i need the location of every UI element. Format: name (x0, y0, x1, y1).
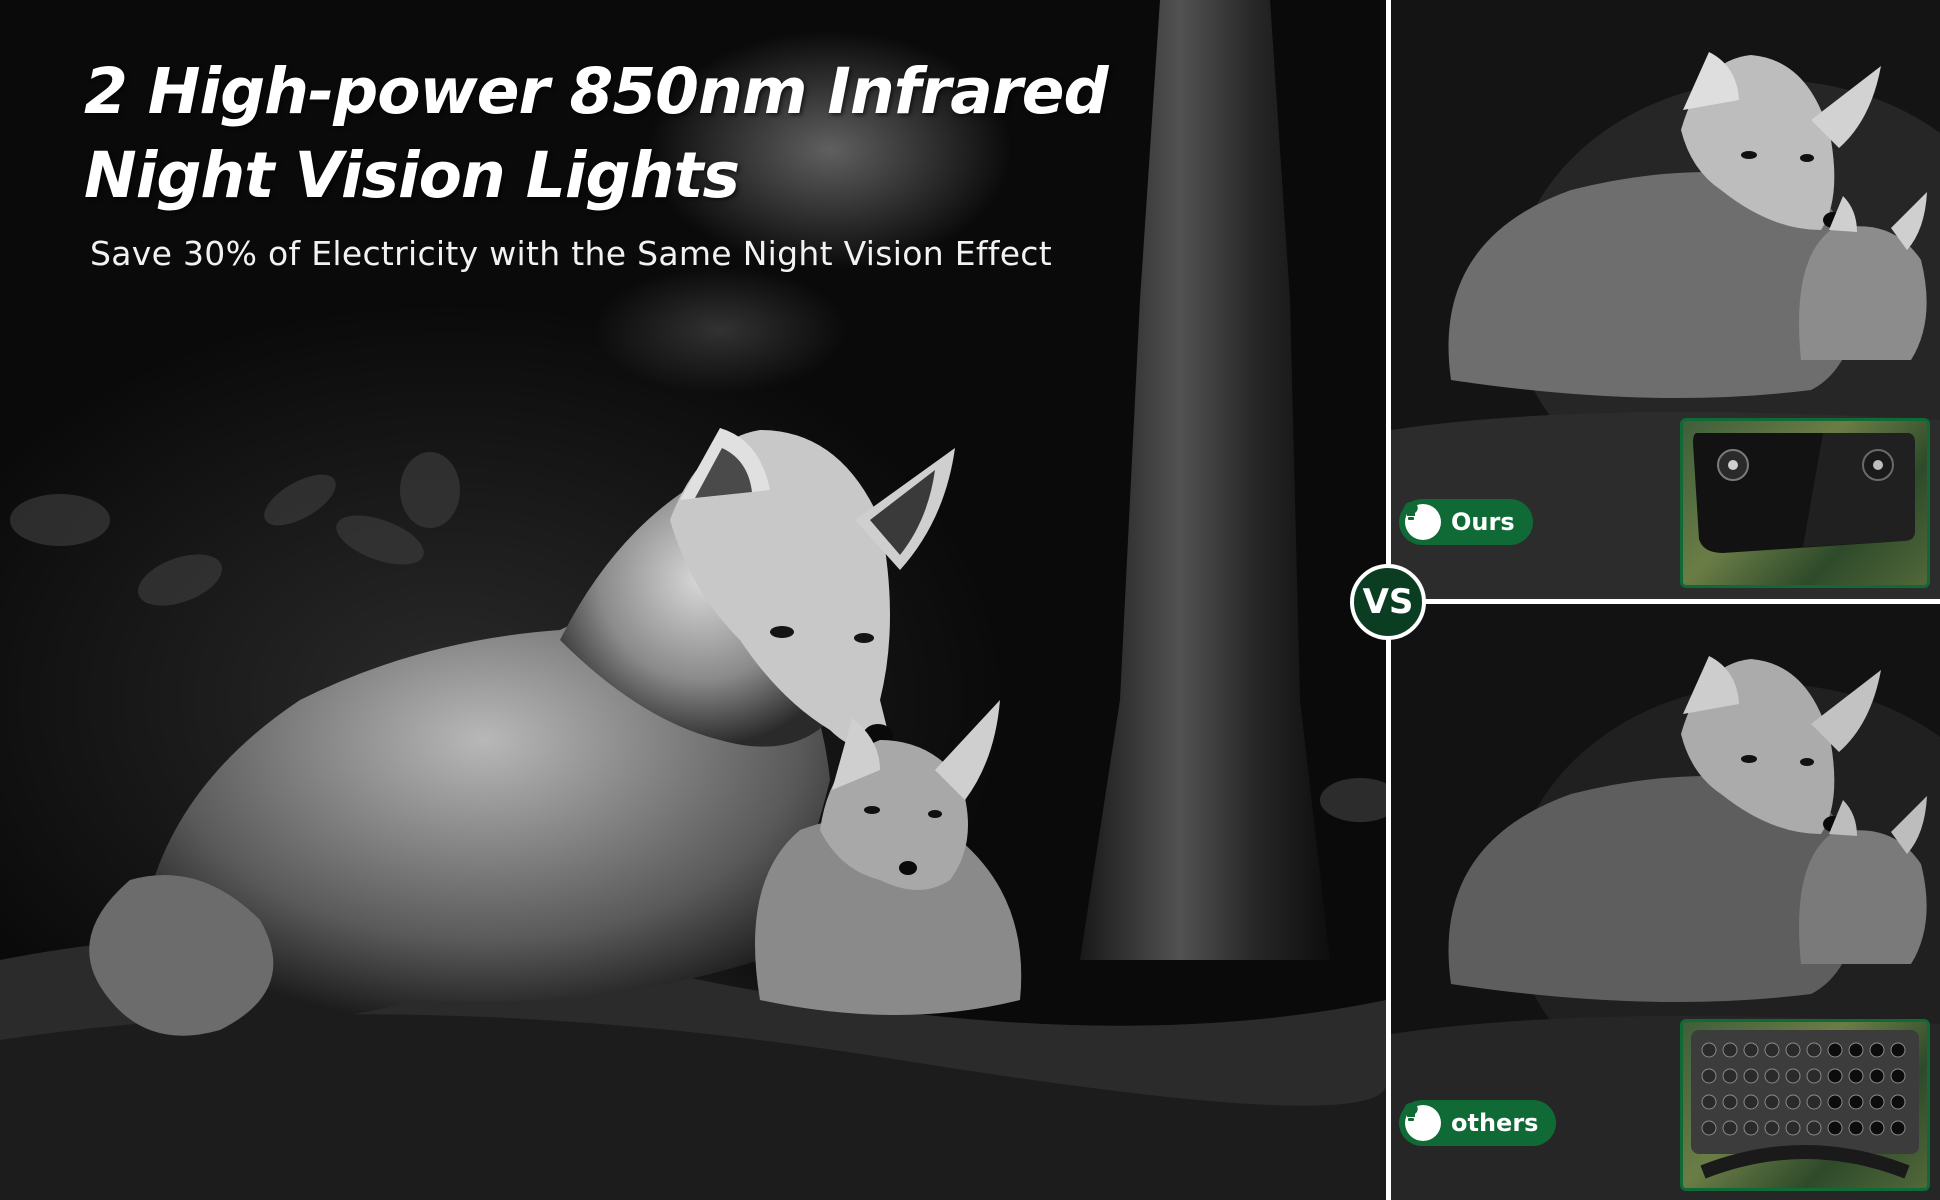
subheadline: Save 30% of Electricity with the Same Ni… (90, 234, 1052, 273)
tag-label-ours: Ours (1451, 508, 1515, 536)
hero-photo-foxes: 2 High-power 850nm Infrared Night Vision… (0, 0, 1386, 1200)
ir-led (1890, 1042, 1906, 1058)
ir-led (1743, 1068, 1759, 1084)
ir-led (1890, 1120, 1906, 1136)
ir-led (1848, 1042, 1864, 1058)
ir-led (1785, 1042, 1801, 1058)
vs-label: VS (1362, 582, 1414, 622)
camera-front-ours (1680, 418, 1930, 588)
ir-led (1722, 1068, 1738, 1084)
ir-led (1827, 1094, 1843, 1110)
ir-led (1869, 1042, 1885, 1058)
ir-led (1785, 1068, 1801, 1084)
ir-led (1827, 1042, 1843, 1058)
ir-led (1806, 1068, 1822, 1084)
led-array-camera-panel (1691, 1030, 1919, 1179)
ir-led (1722, 1042, 1738, 1058)
comparison-panel-others: others (1391, 604, 1940, 1200)
ir-led (1806, 1042, 1822, 1058)
camera-front-others (1680, 1019, 1930, 1191)
headline-line-1: 2 High-power 850nm Infrared (70, 50, 1114, 134)
ir-led (1848, 1068, 1864, 1084)
vs-badge: VS (1350, 564, 1426, 640)
ir-led (1890, 1068, 1906, 1084)
ir-led (1722, 1120, 1738, 1136)
ir-led (1890, 1094, 1906, 1110)
ir-led (1806, 1120, 1822, 1136)
ir-led (1701, 1120, 1717, 1136)
ir-led (1764, 1120, 1780, 1136)
ir-led (1869, 1120, 1885, 1136)
lightbulb-icon (1404, 1102, 1441, 1141)
ir-led (1764, 1042, 1780, 1058)
ir-led (1701, 1042, 1717, 1058)
ir-led (1869, 1094, 1885, 1110)
ir-led (1848, 1094, 1864, 1110)
tag-label-others: others (1451, 1109, 1539, 1137)
ir-led (1806, 1094, 1822, 1110)
ir-led (1701, 1094, 1717, 1110)
ir-led (1827, 1068, 1843, 1084)
ir-led (1764, 1068, 1780, 1084)
headline-line-2: Night Vision Lights (70, 134, 1108, 218)
ir-led (1827, 1120, 1843, 1136)
ir-led (1701, 1068, 1717, 1084)
tag-ours: Ours (1399, 499, 1533, 545)
tag-others: others (1399, 1100, 1557, 1146)
ir-led (1848, 1120, 1864, 1136)
ir-led (1869, 1068, 1885, 1084)
two-led-camera-panel (1693, 433, 1915, 553)
headline: 2 High-power 850nm Infrared Night Vision… (70, 50, 1114, 218)
ir-led (1743, 1120, 1759, 1136)
lightbulb-icon (1404, 501, 1441, 540)
ir-led (1743, 1042, 1759, 1058)
ir-led (1743, 1094, 1759, 1110)
comparison-panel-ours: Ours (1391, 0, 1940, 599)
ir-led (1785, 1120, 1801, 1136)
ir-led (1785, 1094, 1801, 1110)
ir-led (1722, 1094, 1738, 1110)
ir-led (1764, 1094, 1780, 1110)
